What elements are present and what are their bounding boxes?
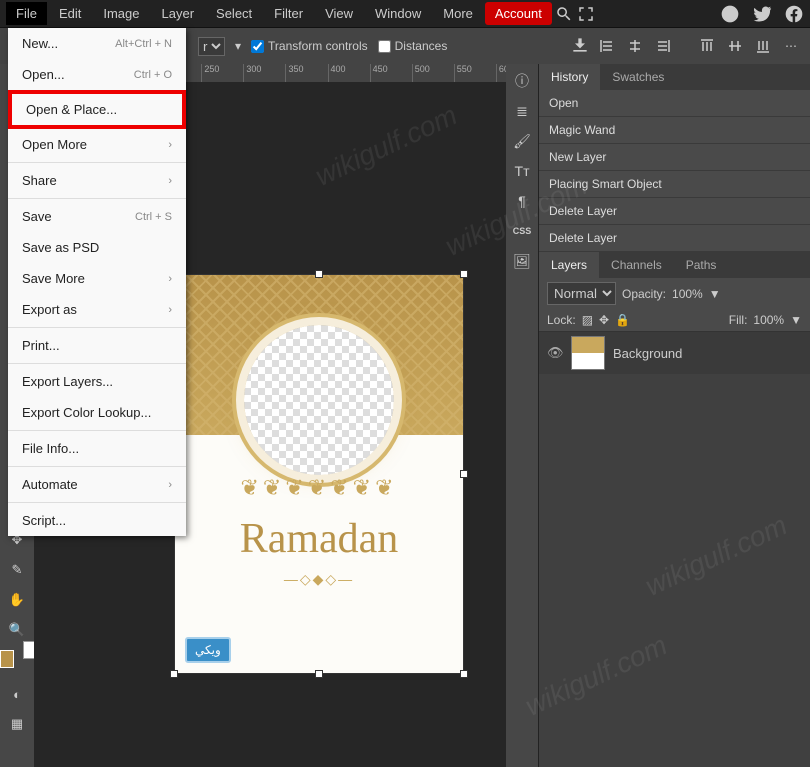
lock-position-icon[interactable]: ✥ xyxy=(599,313,609,327)
right-panels: History Swatches Open Magic Wand New Lay… xyxy=(538,64,810,767)
brush-panel-icon[interactable]: 🖌 xyxy=(509,128,535,154)
character-panel-icon[interactable]: Tт xyxy=(509,158,535,184)
menu-filter[interactable]: Filter xyxy=(264,2,313,25)
menu-item-open-[interactable]: Open...Ctrl + O xyxy=(8,59,186,90)
css-panel-icon[interactable]: CSS xyxy=(509,218,535,244)
lock-pixels-icon[interactable]: ▨ xyxy=(582,313,593,327)
layer-thumbnail xyxy=(571,336,605,370)
tool-screenmode[interactable]: ▦ xyxy=(3,710,31,738)
menu-item-automate[interactable]: Automate› xyxy=(8,469,186,500)
search-icon[interactable] xyxy=(554,4,574,24)
menu-window[interactable]: Window xyxy=(365,2,431,25)
download-icon[interactable] xyxy=(570,35,590,55)
align-bottom-icon[interactable] xyxy=(752,35,774,57)
menu-item-new-[interactable]: New...Alt+Ctrl + N xyxy=(8,28,186,59)
visibility-icon[interactable]: 👁 xyxy=(547,345,563,361)
menu-item-export-color-lookup-[interactable]: Export Color Lookup... xyxy=(8,397,186,428)
watermark-logo: ويكي xyxy=(185,637,231,663)
tab-channels[interactable]: Channels xyxy=(599,252,674,278)
history-item[interactable]: Delete Layer xyxy=(539,225,810,252)
history-item[interactable]: Placing Smart Object xyxy=(539,171,810,198)
layer-row[interactable]: 👁 Background xyxy=(539,332,810,374)
color-swatches[interactable] xyxy=(3,646,31,678)
menu-account[interactable]: Account xyxy=(485,2,552,25)
menu-bar: File Edit Image Layer Select Filter View… xyxy=(0,0,810,28)
tool-zoom[interactable]: 🔍 xyxy=(3,616,31,644)
opacity-value[interactable]: 100% xyxy=(672,287,703,301)
menu-file[interactable]: File xyxy=(6,2,47,25)
align-right-icon[interactable] xyxy=(652,35,674,57)
history-item[interactable]: New Layer xyxy=(539,144,810,171)
menu-more[interactable]: More xyxy=(433,2,483,25)
align-left-icon[interactable] xyxy=(596,35,618,57)
toolbar-dropdown[interactable]: r xyxy=(198,37,225,56)
menu-item-save-more[interactable]: Save More› xyxy=(8,263,186,294)
lock-label: Lock: xyxy=(547,313,576,327)
more-icon[interactable]: ⋯ xyxy=(780,35,802,57)
menu-item-share[interactable]: Share› xyxy=(8,165,186,196)
menu-item-export-as[interactable]: Export as› xyxy=(8,294,186,325)
history-item[interactable]: Magic Wand xyxy=(539,117,810,144)
fullscreen-icon[interactable] xyxy=(576,4,596,24)
menu-layer[interactable]: Layer xyxy=(152,2,205,25)
tab-paths[interactable]: Paths xyxy=(674,252,729,278)
menu-item-file-info-[interactable]: File Info... xyxy=(8,433,186,464)
align-center-v-icon[interactable] xyxy=(724,35,746,57)
tab-swatches[interactable]: Swatches xyxy=(600,64,676,90)
flourish-icon: ―◇◆◇― xyxy=(175,571,463,588)
distances-checkbox[interactable]: Distances xyxy=(378,39,448,53)
align-center-h-icon[interactable] xyxy=(624,35,646,57)
menu-item-export-layers-[interactable]: Export Layers... xyxy=(8,366,186,397)
reddit-icon[interactable] xyxy=(720,4,740,24)
layer-name: Background xyxy=(613,346,682,361)
fill-value[interactable]: 100% xyxy=(753,313,784,327)
dropdown-icon[interactable]: ▼ xyxy=(709,287,721,301)
paragraph-panel-icon[interactable]: ≣ xyxy=(509,98,535,124)
menu-view[interactable]: View xyxy=(315,2,363,25)
menu-item-open-more[interactable]: Open More› xyxy=(8,129,186,160)
menu-item-script-[interactable]: Script... xyxy=(8,505,186,536)
transparent-circle xyxy=(244,325,394,475)
tab-history[interactable]: History xyxy=(539,64,600,90)
twitter-icon[interactable] xyxy=(752,4,772,24)
file-menu-dropdown: New...Alt+Ctrl + NOpen...Ctrl + OOpen & … xyxy=(8,28,186,536)
tool-pen[interactable]: ✎ xyxy=(3,556,31,584)
blend-mode-select[interactable]: Normal xyxy=(547,282,616,305)
history-list: Open Magic Wand New Layer Placing Smart … xyxy=(539,90,810,252)
menu-image[interactable]: Image xyxy=(93,2,149,25)
tool-hand[interactable]: ✋ xyxy=(3,586,31,614)
document-canvas[interactable]: ❦❦❦❦❦❦❦ Ramadan ―◇◆◇― ويكي xyxy=(174,274,464,674)
opacity-label: Opacity: xyxy=(622,287,666,301)
transform-checkbox[interactable]: Transform controls xyxy=(251,39,368,53)
menu-edit[interactable]: Edit xyxy=(49,2,91,25)
align-top-icon[interactable] xyxy=(696,35,718,57)
menu-item-save-as-psd[interactable]: Save as PSD xyxy=(8,232,186,263)
image-panel-icon[interactable]: 🖼 xyxy=(509,248,535,274)
tab-layers[interactable]: Layers xyxy=(539,252,599,278)
glyph-panel-icon[interactable]: ¶ xyxy=(509,188,535,214)
collapse-handle[interactable]: « » xyxy=(182,82,538,92)
ornament-icon: ❦❦❦❦❦❦❦ xyxy=(175,475,463,501)
mini-panel-icons: ⓘ ≣ 🖌 Tт ¶ CSS 🖼 xyxy=(506,64,538,767)
lock-all-icon[interactable]: 🔒 xyxy=(615,313,630,327)
menu-item-print-[interactable]: Print... xyxy=(8,330,186,361)
menu-item-open-place-[interactable]: Open & Place... xyxy=(8,90,186,129)
info-panel-icon[interactable]: ⓘ xyxy=(509,68,535,94)
dropdown-icon[interactable]: ▼ xyxy=(790,313,802,327)
history-item[interactable]: Open xyxy=(539,90,810,117)
facebook-icon[interactable] xyxy=(784,4,804,24)
fill-label: Fill: xyxy=(729,313,748,327)
ramadan-text: Ramadan xyxy=(175,515,463,563)
menu-item-save[interactable]: SaveCtrl + S xyxy=(8,201,186,232)
tool-quickmask[interactable]: ◐ xyxy=(3,680,31,708)
history-item[interactable]: Delete Layer xyxy=(539,198,810,225)
menu-select[interactable]: Select xyxy=(206,2,262,25)
